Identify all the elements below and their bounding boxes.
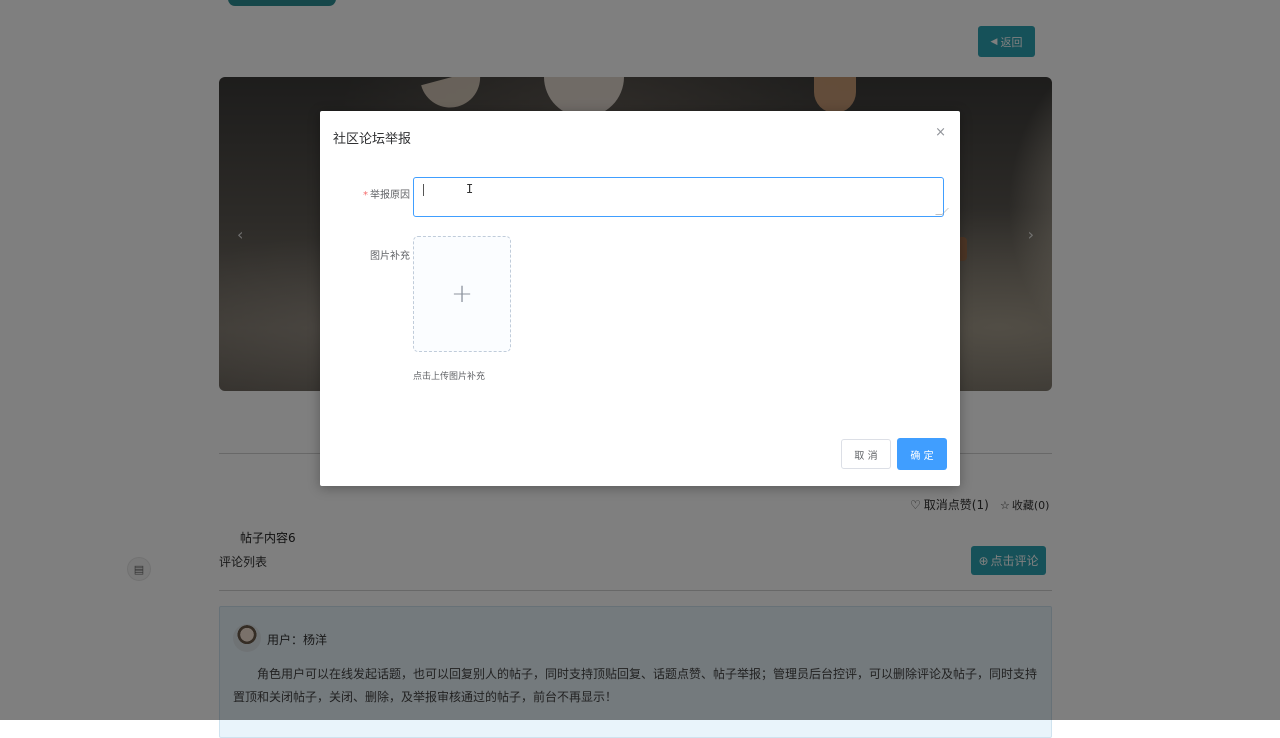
reason-label-wrap: * 举报原因: [320, 186, 410, 201]
report-reason-textarea[interactable]: I: [413, 177, 949, 217]
image-upload-button[interactable]: +: [413, 236, 511, 352]
upload-tip: 点击上传图片补充: [413, 372, 486, 382]
resize-handle[interactable]: [935, 208, 949, 215]
cancel-button[interactable]: 取 消: [841, 439, 891, 469]
text-cursor-icon: I: [466, 182, 474, 196]
image-label: 图片补充: [370, 251, 410, 262]
dialog-title: 社区论坛举报: [333, 132, 412, 147]
close-icon[interactable]: ×: [935, 125, 946, 140]
plus-icon: +: [451, 279, 473, 309]
report-dialog: 社区论坛举报 × * 举报原因 I 图片补充 + 点击上传图片补充 取 消 确 定: [320, 111, 960, 486]
text-caret: [423, 184, 424, 196]
required-mark: *: [363, 190, 368, 201]
confirm-button[interactable]: 确 定: [897, 438, 947, 470]
reason-label: 举报原因: [370, 190, 410, 201]
